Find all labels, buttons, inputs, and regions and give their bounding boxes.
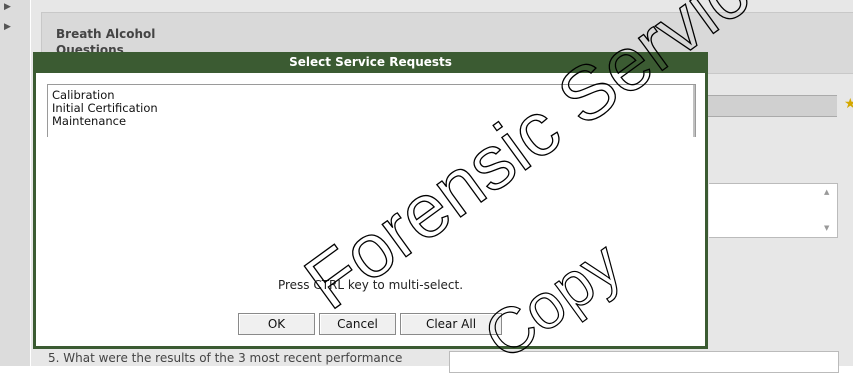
list-item-initial-certification[interactable]: Initial Certification	[48, 102, 695, 115]
select-service-requests-dialog: Select Service Requests Calibration Init…	[33, 52, 708, 349]
cancel-button[interactable]: Cancel	[319, 313, 396, 335]
question-label: 5. What were the results of the 3 most r…	[48, 351, 403, 365]
dialog-body: Calibration Initial Certification Mainte…	[36, 73, 705, 346]
list-item-maintenance[interactable]: Maintenance	[48, 115, 695, 128]
expand-arrow-icon[interactable]: ▶	[4, 2, 11, 12]
dialog-title: Select Service Requests	[289, 55, 452, 69]
left-gutter: ▶ ▶	[0, 0, 30, 366]
star-icon: ★	[844, 96, 853, 112]
answer-textarea[interactable]	[449, 351, 839, 373]
ok-button[interactable]: OK	[238, 313, 315, 335]
scroll-up-icon[interactable]: ▲	[824, 188, 829, 196]
field-bar	[704, 95, 837, 117]
multi-select-hint: Press CTRL key to multi-select.	[277, 278, 464, 292]
answer-textarea[interactable]: ▲ ▼	[709, 183, 838, 238]
expand-arrow-icon[interactable]: ▶	[4, 22, 11, 32]
clear-all-button[interactable]: Clear All	[400, 313, 502, 335]
service-request-listbox[interactable]: Calibration Initial Certification Mainte…	[47, 84, 696, 137]
scroll-down-icon[interactable]: ▼	[824, 224, 829, 232]
